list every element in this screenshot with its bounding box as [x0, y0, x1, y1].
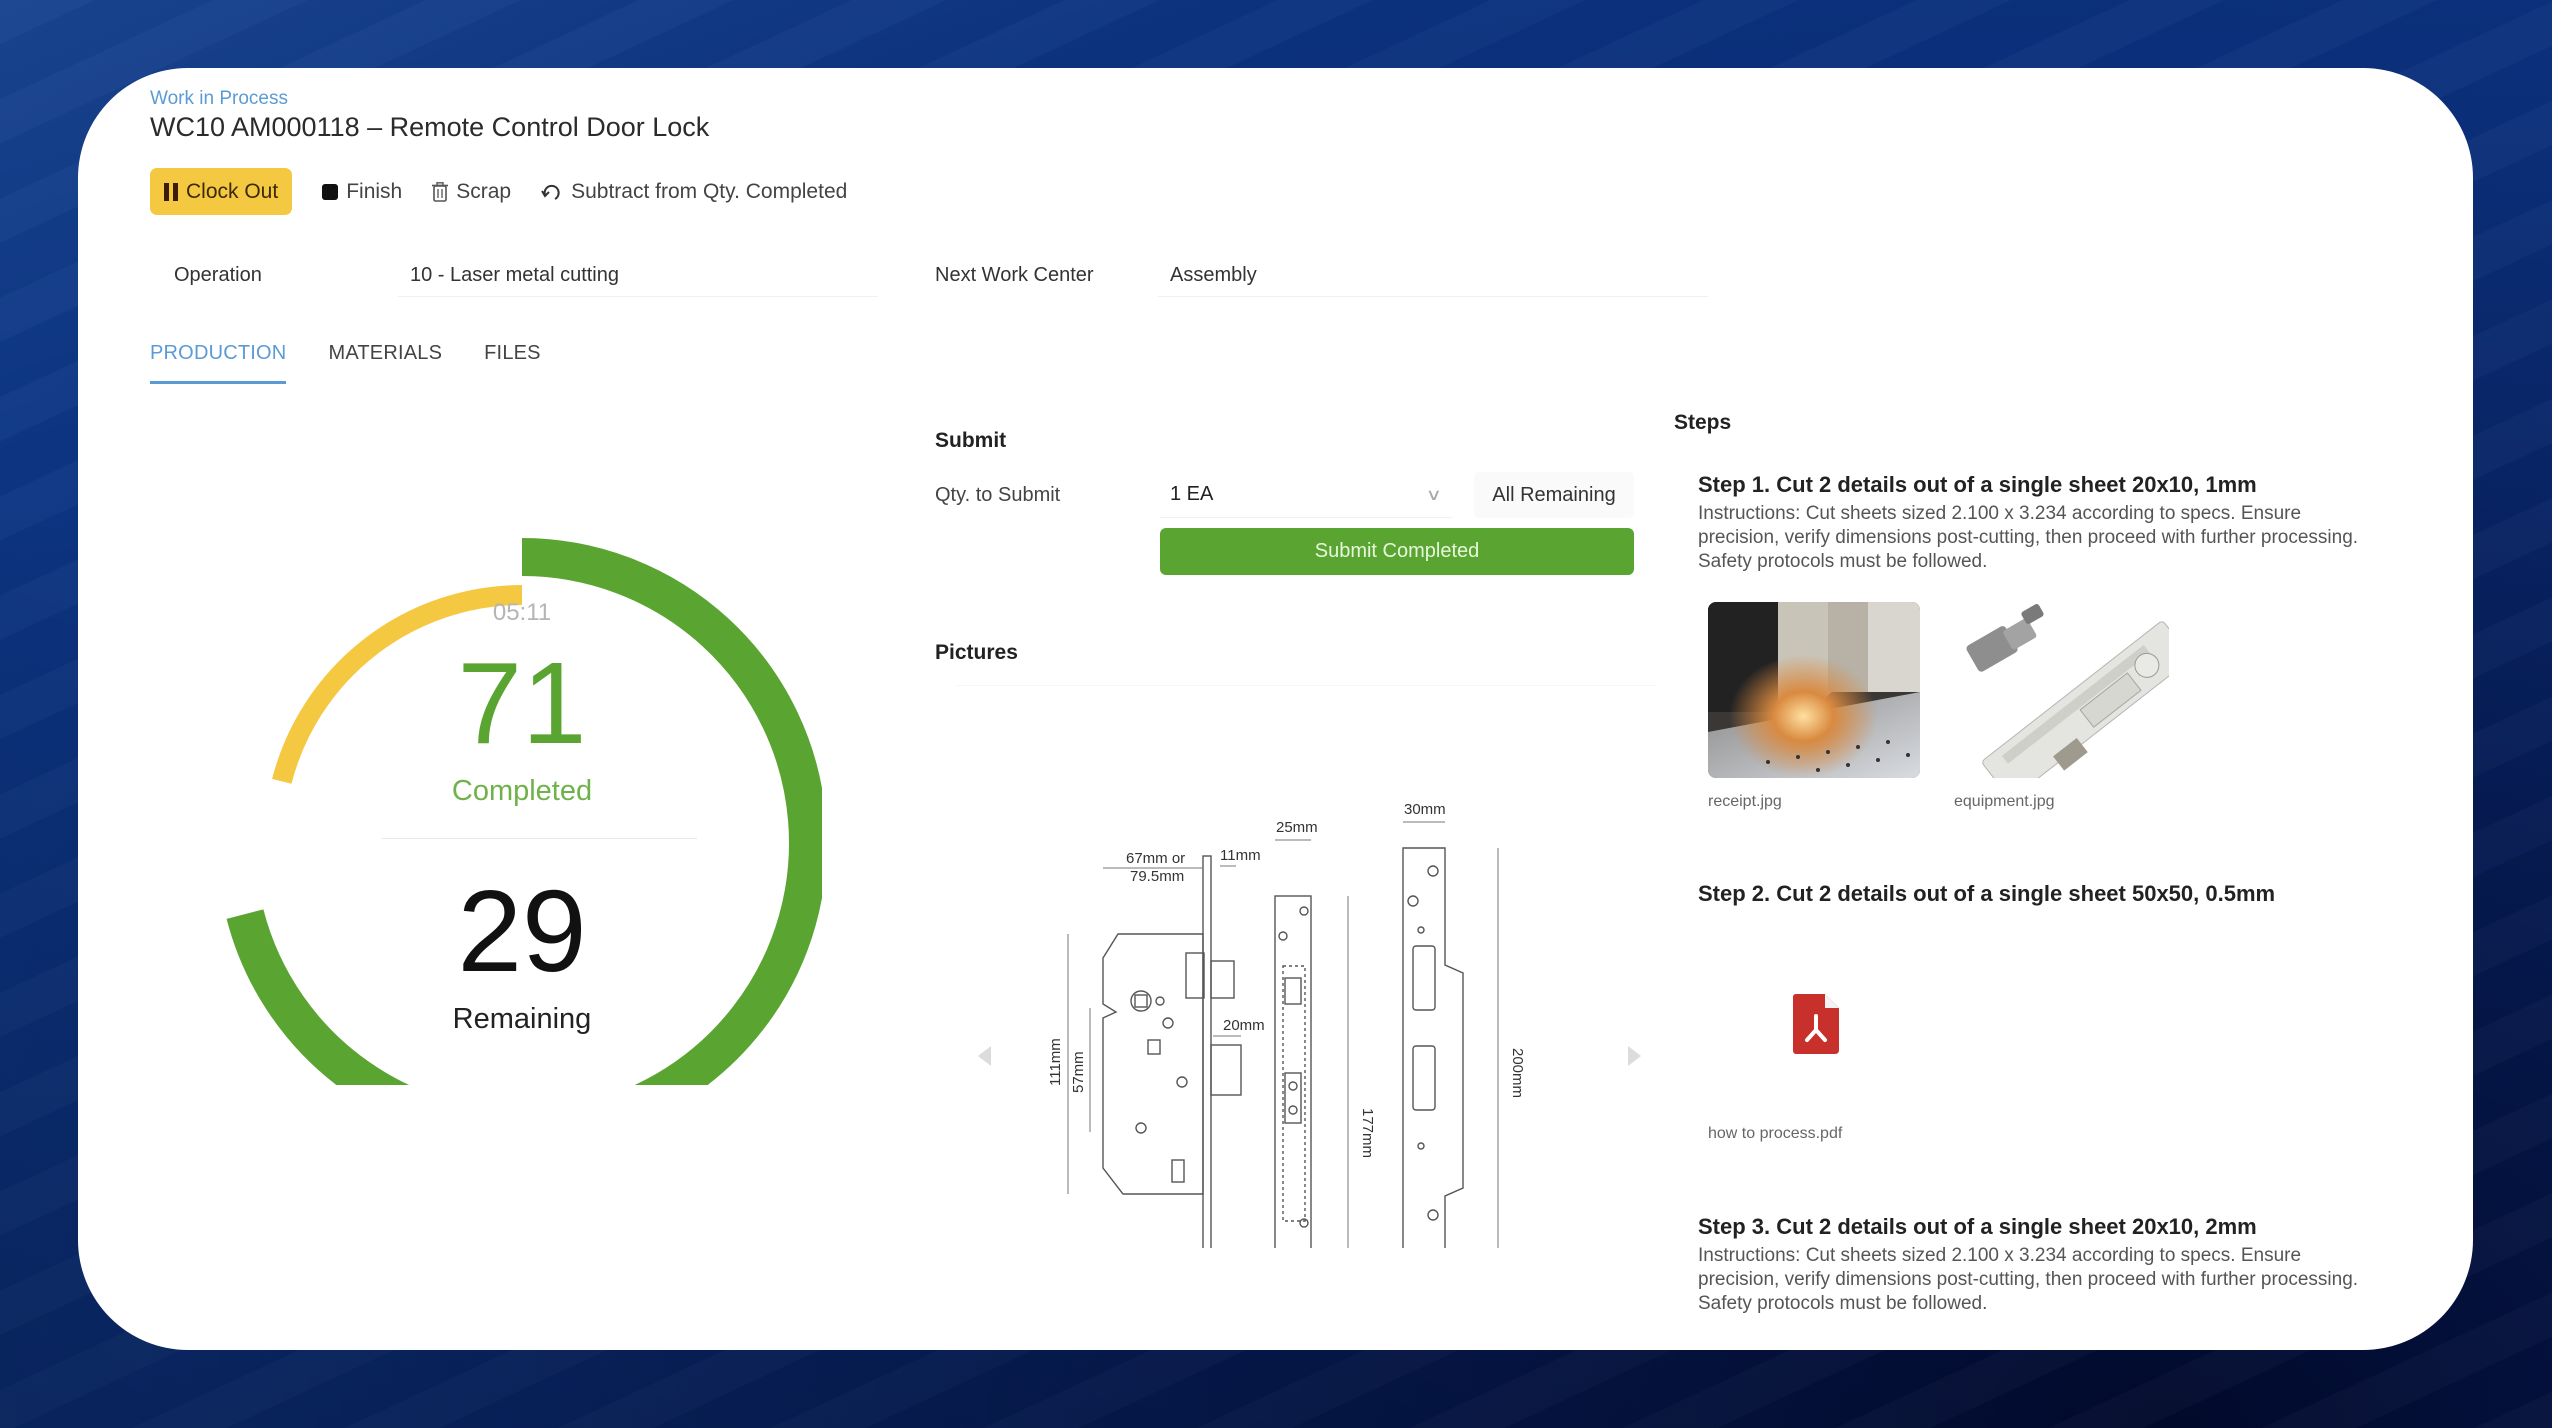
gauge-divider: [382, 838, 697, 839]
pictures-divider: [956, 685, 1656, 686]
tab-files[interactable]: FILES: [484, 342, 541, 384]
lock-faceplate: [1202, 855, 1212, 1248]
lock-dimension-diagram[interactable]: 67mm or 79.5mm 11mm 25mm 30mm 20mm 45mm …: [1008, 768, 1608, 1248]
step-3-instructions: Instructions: Cut sheets sized 2.100 x 3…: [1698, 1245, 2359, 1314]
trash-icon: [432, 181, 449, 202]
next-work-center-underline: [1158, 296, 1708, 297]
all-remaining-button[interactable]: All Remaining: [1474, 472, 1634, 518]
dim-label-h2: 57mm: [1070, 1051, 1087, 1093]
pause-icon: [164, 182, 178, 201]
next-work-center-value: Assembly: [1170, 264, 1257, 286]
completed-label: Completed: [451, 775, 593, 807]
remaining-label: Remaining: [452, 1003, 592, 1035]
equipment-image[interactable]: [1954, 602, 2169, 778]
pdf-caption: how to process.pdf: [1708, 1125, 1843, 1142]
finish-button[interactable]: Finish: [322, 180, 402, 204]
dim-label-h1: 111mm: [1047, 1038, 1064, 1086]
submit-completed-button[interactable]: Submit Completed: [1160, 528, 1634, 575]
breadcrumb[interactable]: Work in Process: [150, 88, 288, 110]
chevron-down-icon: ∨: [1425, 486, 1443, 504]
qty-value: 1 EA: [1170, 483, 1214, 505]
dim-label-w4: 30mm: [1404, 801, 1446, 818]
timer-value: 05:11: [492, 599, 552, 626]
scrap-label: Scrap: [456, 179, 512, 203]
dim-label-w3: 25mm: [1276, 819, 1318, 836]
pictures-heading: Pictures: [935, 641, 1018, 664]
step-2-title: Step 2. Cut 2 details out of a single sh…: [1698, 881, 2276, 906]
lock-mechanism-photo: [1954, 602, 2169, 778]
tab-bar: PRODUCTION MATERIALS FILES: [150, 342, 541, 384]
qty-to-submit-label: Qty. to Submit: [935, 484, 1061, 506]
pictures-carousel: 67mm or 79.5mm 11mm 25mm 30mm 20mm 45mm …: [938, 698, 1708, 1338]
operation-value: 10 - Laser metal cutting: [410, 264, 619, 286]
production-gauge: 05:11 71 Completed 29 Remaining: [222, 465, 822, 1085]
step-1-title: Step 1. Cut 2 details out of a single sh…: [1698, 472, 2257, 497]
lock-body: [1102, 933, 1204, 1195]
equipment-caption: equipment.jpg: [1954, 793, 2055, 810]
carousel-prev-icon[interactable]: [978, 1046, 991, 1066]
toolbar: Clock Out Finish Scrap Subtract from Qty…: [150, 168, 847, 215]
step-1-instructions: Instructions: Cut sheets sized 2.100 x 3…: [1698, 503, 2359, 572]
dim-label-h4: 200mm: [1509, 1048, 1526, 1098]
completed-count: 71: [457, 638, 587, 768]
clock-out-label: Clock Out: [186, 179, 279, 203]
receipt-caption: receipt.jpg: [1708, 793, 1782, 810]
laser-cutting-photo: [1708, 602, 1920, 778]
next-work-center-label: Next Work Center: [935, 264, 1094, 286]
page-title: WC10 AM000118 – Remote Control Door Lock: [150, 112, 710, 142]
tab-materials[interactable]: MATERIALS: [328, 342, 442, 384]
subtract-from-qty-button[interactable]: Subtract from Qty. Completed: [541, 180, 847, 204]
tab-production[interactable]: PRODUCTION: [150, 342, 287, 384]
subtract-label: Subtract from Qty. Completed: [571, 179, 848, 203]
steps-heading: Steps: [1674, 411, 1732, 434]
undo-icon: [541, 183, 563, 201]
box-keep: [1402, 847, 1464, 1248]
remaining-count: 29: [457, 866, 587, 996]
operation-underline: [398, 296, 878, 297]
carousel-next-icon[interactable]: [1628, 1046, 1641, 1066]
dim-label-d1: 20mm: [1223, 1017, 1265, 1034]
finish-label: Finish: [346, 179, 403, 203]
qty-to-submit-select[interactable]: 1 EA ∨: [1160, 472, 1452, 518]
dim-label-w2: 11mm: [1220, 847, 1261, 864]
dim-label-w1b: 79.5mm: [1130, 868, 1184, 885]
clock-out-button[interactable]: Clock Out: [150, 168, 293, 215]
scrap-button[interactable]: Scrap: [432, 180, 511, 204]
submit-heading: Submit: [935, 429, 1007, 452]
dim-label-h3: 177mm: [1359, 1108, 1376, 1158]
work-in-process-panel: Work in Process WC10 AM000118 – Remote C…: [78, 68, 2473, 1350]
operation-label: Operation: [174, 264, 262, 286]
receipt-image[interactable]: [1708, 602, 1920, 778]
dim-label-w1: 67mm or: [1126, 850, 1185, 867]
step-3-title: Step 3. Cut 2 details out of a single sh…: [1698, 1214, 2257, 1239]
stop-icon: [322, 183, 339, 200]
pdf-file-icon[interactable]: [1791, 994, 1841, 1054]
